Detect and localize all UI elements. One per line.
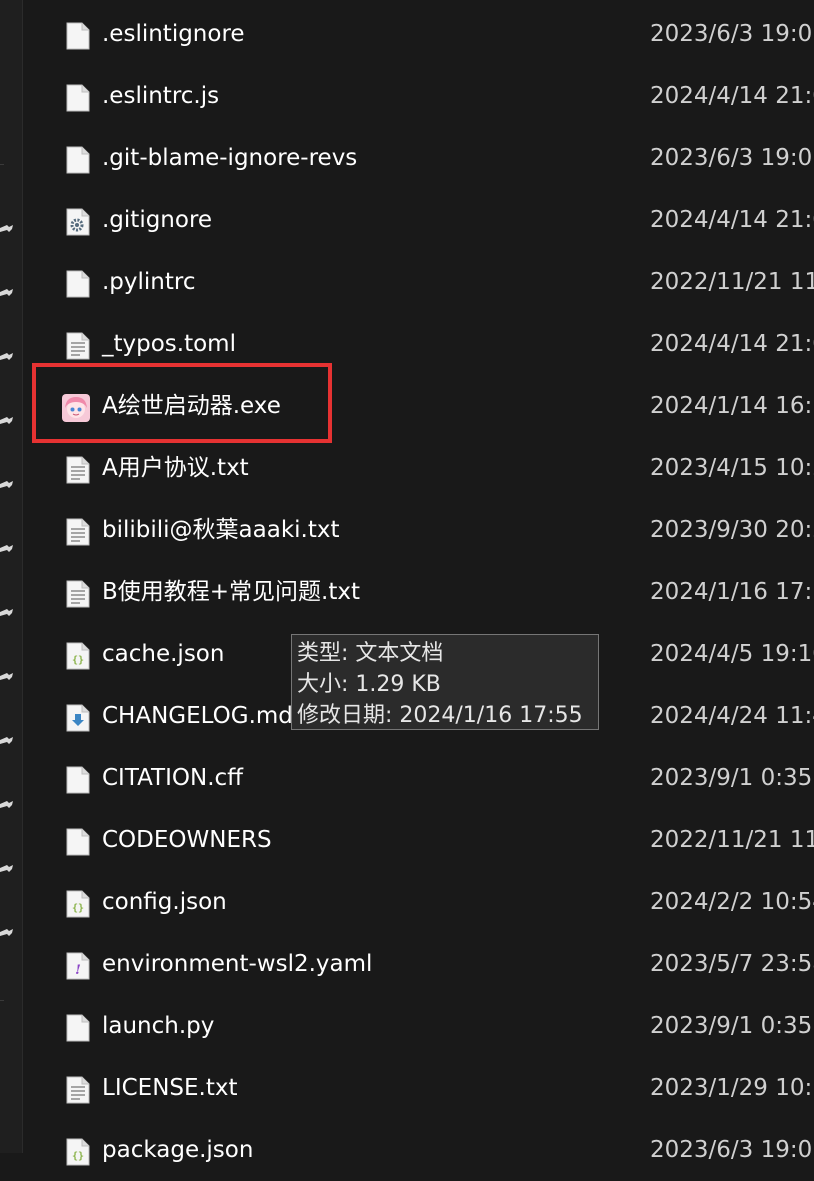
- file-name: launch.py: [102, 1013, 215, 1039]
- pin-icon[interactable]: [0, 478, 14, 492]
- file-row[interactable]: {} config.json 2024/2/2 10:54: [22, 871, 814, 933]
- file-modified-date: 2023/1/29 10:5: [650, 1075, 814, 1101]
- tooltip-size: 大小: 1.29 KB: [297, 672, 441, 697]
- file-row[interactable]: B使用教程+常见问题.txt 2024/1/16 17:5: [22, 561, 814, 623]
- file-name: CHANGELOG.md: [102, 703, 293, 729]
- pin-icon[interactable]: [0, 542, 14, 556]
- file-row[interactable]: .git-blame-ignore-revs 2023/6/3 19:05: [22, 127, 814, 189]
- text-file-icon: [66, 1076, 90, 1104]
- json-file-icon: {}: [66, 1138, 90, 1166]
- blank-file-icon: [66, 828, 90, 856]
- file-modified-date: 2024/4/14 21:0: [650, 207, 814, 233]
- file-name: B使用教程+常见问题.txt: [102, 579, 361, 605]
- file-modified-date: 2023/6/3 19:05: [650, 1137, 814, 1163]
- file-modified-date: 2024/4/5 19:10: [650, 641, 814, 667]
- pin-icon[interactable]: [0, 222, 14, 236]
- pin-icon[interactable]: [0, 606, 14, 620]
- file-row[interactable]: LICENSE.txt 2023/1/29 10:5: [22, 1057, 814, 1119]
- divider-tick: [0, 1000, 4, 1001]
- file-name: .pylintrc: [102, 269, 196, 295]
- file-modified-date: 2023/4/15 10:2: [650, 455, 814, 481]
- file-modified-date: 2023/5/7 23:58: [650, 951, 814, 977]
- file-modified-date: 2023/6/3 19:05: [650, 21, 814, 47]
- file-name: LICENSE.txt: [102, 1075, 238, 1101]
- file-row[interactable]: launch.py 2023/9/1 0:35: [22, 995, 814, 1057]
- divider-tick: [0, 164, 4, 165]
- svg-text:{}: {}: [72, 655, 84, 666]
- file-modified-date: 2022/11/21 11: [650, 827, 814, 853]
- svg-text:!: !: [75, 963, 81, 978]
- navigation-pane-strip: [0, 0, 23, 1153]
- file-row[interactable]: .eslintignore 2023/6/3 19:05: [22, 3, 814, 65]
- text-file-icon: [66, 580, 90, 608]
- file-tooltip: 类型: 文本文档 大小: 1.29 KB 修改日期: 2024/1/16 17:…: [291, 634, 599, 730]
- download-file-icon: [66, 704, 90, 732]
- pin-icon[interactable]: [0, 926, 14, 940]
- file-list: .eslintignore 2023/6/3 19:05 .eslintrc.js 2…: [22, 0, 814, 1166]
- file-name: _typos.toml: [102, 331, 236, 357]
- file-name: CITATION.cff: [102, 765, 243, 791]
- file-name: .git-blame-ignore-revs: [102, 145, 358, 171]
- file-row[interactable]: bilibili@秋葉aaaki.txt 2023/9/30 20:2: [22, 499, 814, 561]
- file-modified-date: 2023/9/30 20:2: [650, 517, 814, 543]
- svg-text:{}: {}: [72, 903, 84, 914]
- file-modified-date: 2024/1/14 16:3: [650, 393, 814, 419]
- pin-icon[interactable]: [0, 286, 14, 300]
- file-name: .gitignore: [102, 207, 213, 233]
- blank-file-icon: [66, 84, 90, 112]
- tooltip-type: 类型: 文本文档: [297, 641, 444, 666]
- file-name: .eslintignore: [102, 21, 245, 47]
- text-file-icon: [66, 332, 90, 360]
- file-modified-date: 2024/4/14 21:0: [650, 83, 814, 109]
- file-name: cache.json: [102, 641, 225, 667]
- blank-file-icon: [66, 270, 90, 298]
- tooltip-modified-date: 修改日期: 2024/1/16 17:55: [297, 703, 583, 728]
- json-file-icon: {}: [66, 642, 90, 670]
- settings-file-icon: [66, 208, 90, 236]
- file-modified-date: 2023/9/1 0:35: [650, 1013, 813, 1039]
- file-name: .eslintrc.js: [102, 83, 220, 109]
- pin-icon[interactable]: [0, 734, 14, 748]
- file-row[interactable]: CODEOWNERS 2022/11/21 11: [22, 809, 814, 871]
- json-file-icon: {}: [66, 890, 90, 918]
- pin-icon[interactable]: [0, 862, 14, 876]
- file-row[interactable]: .eslintrc.js 2024/4/14 21:0: [22, 65, 814, 127]
- file-modified-date: 2024/4/14 21:0: [650, 331, 814, 357]
- file-row[interactable]: {} package.json 2023/6/3 19:05: [22, 1119, 814, 1181]
- pin-icon[interactable]: [0, 350, 14, 364]
- blank-file-icon: [66, 1014, 90, 1042]
- yaml-file-icon: !: [66, 952, 90, 980]
- blank-file-icon: [66, 22, 90, 50]
- pin-icon[interactable]: [0, 670, 14, 684]
- red-highlight-box: [32, 363, 332, 443]
- file-row[interactable]: .pylintrc 2022/11/21 11: [22, 251, 814, 313]
- text-file-icon: [66, 518, 90, 546]
- pin-icon[interactable]: [0, 798, 14, 812]
- file-modified-date: 2024/4/24 11:4: [650, 703, 814, 729]
- file-row[interactable]: ! environment-wsl2.yaml 2023/5/7 23:58: [22, 933, 814, 995]
- blank-file-icon: [66, 146, 90, 174]
- file-modified-date: 2022/11/21 11: [650, 269, 814, 295]
- text-file-icon: [66, 456, 90, 484]
- file-row[interactable]: CITATION.cff 2023/9/1 0:35: [22, 747, 814, 809]
- pin-icon[interactable]: [0, 414, 14, 428]
- file-modified-date: 2023/6/3 19:05: [650, 145, 814, 171]
- file-name: environment-wsl2.yaml: [102, 951, 373, 977]
- file-name: package.json: [102, 1137, 254, 1163]
- file-name: A用户协议.txt: [102, 455, 249, 481]
- file-name: bilibili@秋葉aaaki.txt: [102, 517, 340, 543]
- file-modified-date: 2024/2/2 10:54: [650, 889, 814, 915]
- file-modified-date: 2024/1/16 17:5: [650, 579, 814, 605]
- blank-file-icon: [66, 766, 90, 794]
- file-row[interactable]: A用户协议.txt 2023/4/15 10:2: [22, 437, 814, 499]
- file-modified-date: 2023/9/1 0:35: [650, 765, 813, 791]
- file-row[interactable]: .gitignore 2024/4/14 21:0: [22, 189, 814, 251]
- file-name: config.json: [102, 889, 227, 915]
- file-name: CODEOWNERS: [102, 827, 272, 853]
